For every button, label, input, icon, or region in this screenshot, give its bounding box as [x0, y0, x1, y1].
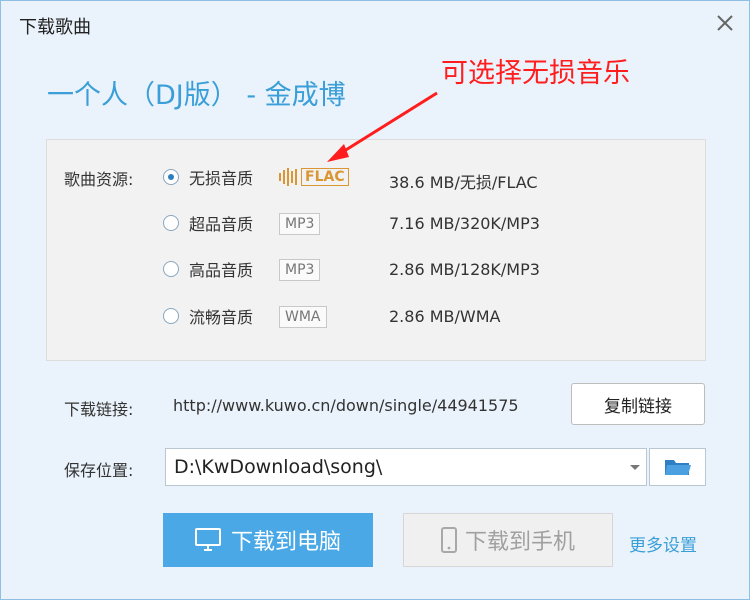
- format-badge-text: FLAC: [301, 168, 349, 186]
- format-badge: MP3: [279, 213, 321, 235]
- download-to-pc-label: 下载到电脑: [230, 530, 341, 555]
- sound-wave-icon: [279, 168, 299, 186]
- annotation-text: 可选择无损音乐: [441, 58, 630, 89]
- download-dialog: 下载歌曲 一个人（DJ版） - 金成博 歌曲资源: 无损音质 FLAC 38.6…: [0, 0, 750, 600]
- phone-icon: [440, 527, 457, 553]
- quality-option-high[interactable]: 高品音质: [163, 257, 253, 281]
- radio-button[interactable]: [163, 308, 179, 324]
- link-label: 下载链接:: [64, 400, 134, 419]
- download-to-phone-label: 下载到手机: [464, 530, 575, 555]
- save-location-label: 保存位置:: [64, 461, 134, 480]
- save-path-combobox[interactable]: D:\KwDownload\song\: [165, 448, 647, 486]
- more-settings-link[interactable]: 更多设置: [629, 531, 697, 556]
- source-panel: [46, 139, 706, 361]
- window-title: 下载歌曲: [19, 17, 91, 38]
- flac-badge: FLAC: [279, 166, 349, 188]
- file-size: 2.86 MB/WMA: [389, 307, 501, 326]
- quality-option-lossless[interactable]: 无损音质: [163, 165, 253, 189]
- radio-button-checked[interactable]: [163, 169, 179, 185]
- radio-button[interactable]: [163, 261, 179, 277]
- browse-folder-button[interactable]: [649, 448, 706, 486]
- quality-label: 高品音质: [189, 261, 254, 280]
- download-to-phone-button[interactable]: 下载到手机: [403, 513, 613, 567]
- file-size: 2.86 MB/128K/MP3: [389, 260, 540, 279]
- quality-option-smooth[interactable]: 流畅音质: [163, 304, 253, 328]
- radio-button[interactable]: [163, 215, 179, 231]
- quality-label: 超品音质: [189, 215, 254, 234]
- title-bar: 下载歌曲: [1, 1, 749, 49]
- download-url: http://www.kuwo.cn/down/single/44941575: [173, 396, 519, 415]
- song-title: 一个人（DJ版） - 金成博: [47, 80, 346, 111]
- monitor-icon: [194, 528, 221, 551]
- save-path-value: D:\KwDownload\song\: [174, 456, 383, 478]
- quality-label: 流畅音质: [189, 308, 254, 327]
- quality-label: 无损音质: [189, 169, 254, 188]
- quality-option-super[interactable]: 超品音质: [163, 211, 253, 235]
- download-to-pc-button[interactable]: 下载到电脑: [163, 513, 373, 567]
- file-size: 38.6 MB/无损/FLAC: [389, 173, 538, 192]
- close-icon[interactable]: [713, 11, 737, 35]
- file-size: 7.16 MB/320K/MP3: [389, 214, 540, 233]
- format-badge: WMA: [279, 306, 327, 328]
- dropdown-arrow-icon[interactable]: [630, 465, 640, 470]
- source-label: 歌曲资源:: [64, 170, 134, 189]
- folder-icon: [664, 460, 691, 475]
- copy-link-button[interactable]: 复制链接: [571, 383, 705, 425]
- format-badge: MP3: [279, 259, 321, 281]
